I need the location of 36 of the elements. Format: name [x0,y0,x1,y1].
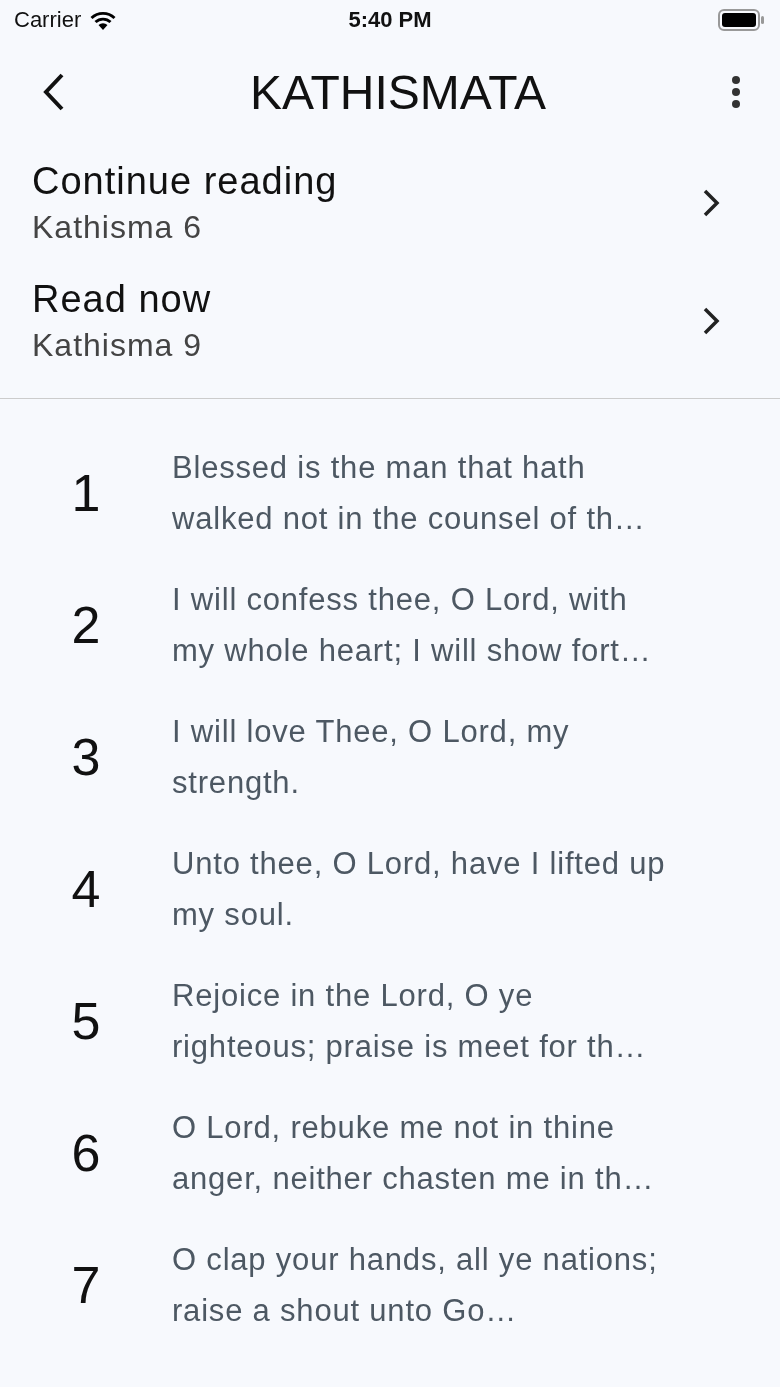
status-time: 5:40 PM [347,7,433,33]
psalm-number: 7 [70,1255,102,1315]
psalm-excerpt: I will confess thee, O Lord, with my whole heart; I will show fort… [172,581,653,670]
psalm-excerpt: Blessed is the man that hath walked not in the counsel of th… [172,449,647,538]
chevron-right-icon [702,306,720,336]
psalm-number: 2 [70,595,102,655]
psalm-list-item[interactable]: 4 Unto thee, O Lord, have I lifted up my soul. [0,823,780,955]
psalm-excerpt: Rejoice in the Lord, O ye righteous; praise is meet for th… [172,977,648,1066]
chevron-right-icon [702,188,720,218]
row-title: Continue reading [32,160,338,203]
wifi-icon [89,10,118,30]
psalm-number: 3 [70,727,102,787]
row-subtitle: Kathisma 9 [32,327,204,364]
psalm-excerpt: Unto thee, O Lord, have I lifted up my soul. [172,845,667,934]
psalm-list-item[interactable]: 1 Blessed is the man that hath walked not in the counsel of th… [0,427,780,559]
psalm-list-item[interactable]: 2 I will confess thee, O Lord, with my whole heart; I will show fort… [0,559,780,691]
psalm-list-item[interactable]: 3 I will love Thee, O Lord, my strength. [0,691,780,823]
back-chevron-icon [42,72,66,112]
psalm-excerpt: I will love Thee, O Lord, my strength. [172,713,571,802]
navigation-row[interactable]: Read now Kathisma 9 [0,262,780,380]
psalm-number: 6 [70,1123,102,1183]
psalm-list-item[interactable]: 7 O clap your hands, all ye nations; raise a shout unto Go… [0,1219,780,1351]
psalm-excerpt: O clap your hands, all ye nations; raise a shout unto Go… [172,1241,659,1330]
row-subtitle: Kathisma 6 [32,209,204,246]
more-vertical-icon [730,75,742,109]
psalm-number: 4 [70,859,102,919]
psalm-excerpt: O Lord, rebuke me not in thine anger, neither chasten me in th… [172,1109,656,1198]
psalm-list-item[interactable]: 6 O Lord, rebuke me not in thine anger, neither chasten me in th… [0,1087,780,1219]
page-title: KATHISMATA [250,64,546,120]
row-title: Read now [32,278,212,321]
battery-icon [718,9,766,31]
navigation-row[interactable]: Continue reading Kathisma 6 [0,144,780,262]
psalm-list-item[interactable]: 5 Rejoice in the Lord, O ye righteous; praise is meet for th… [0,955,780,1087]
psalm-number: 5 [70,991,102,1051]
carrier-label: Carrier [14,7,82,33]
psalm-number: 1 [70,463,102,523]
